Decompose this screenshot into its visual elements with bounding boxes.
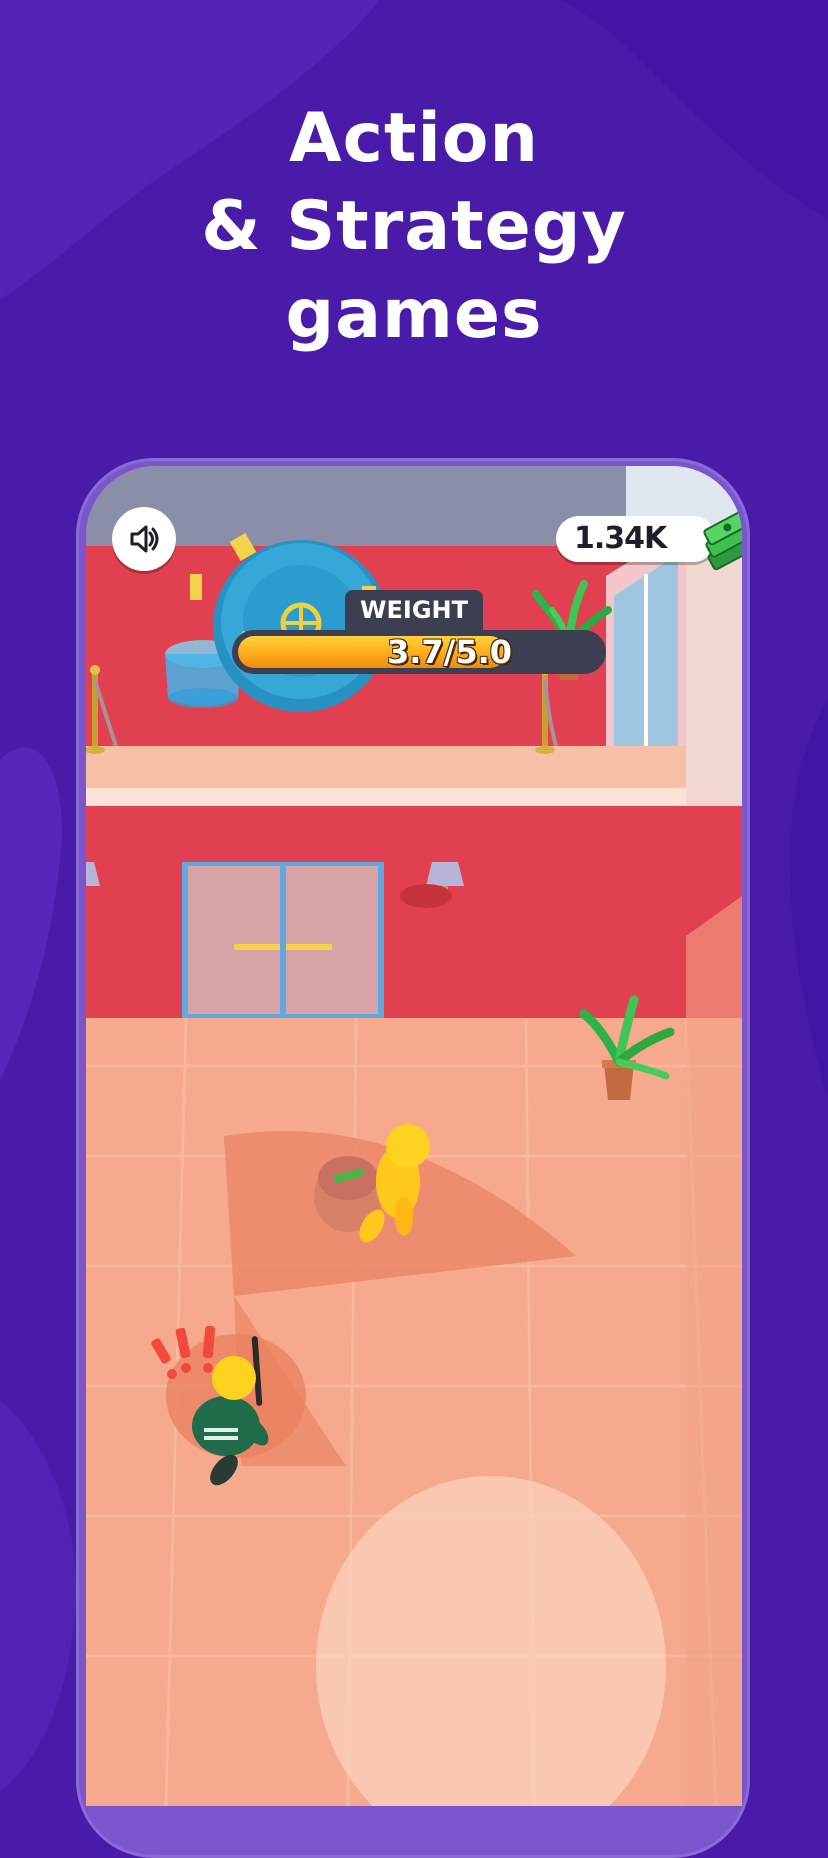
headline-line-2: & Strategy (201, 187, 627, 266)
weight-bar: 3.7/5.0 (232, 630, 606, 674)
wall-top (86, 788, 686, 806)
weight-label: WEIGHT (345, 590, 483, 630)
game-screen[interactable]: 1.34K WEIGHT 3.7/5.0 (86, 466, 742, 1806)
cash-counter: 1.34K (556, 516, 716, 562)
headline-line-1: Action (289, 99, 539, 178)
speaker-icon (130, 525, 159, 553)
cash-value: 1.34K (574, 521, 667, 556)
sound-toggle-button[interactable] (112, 507, 176, 571)
weight-value: 3.7/5.0 (386, 633, 512, 671)
headline-line-3: games (285, 275, 543, 354)
headline: Action & Strategy games (0, 95, 828, 359)
cash-stack-icon (703, 510, 742, 571)
lobby-glass-door (182, 862, 384, 1018)
